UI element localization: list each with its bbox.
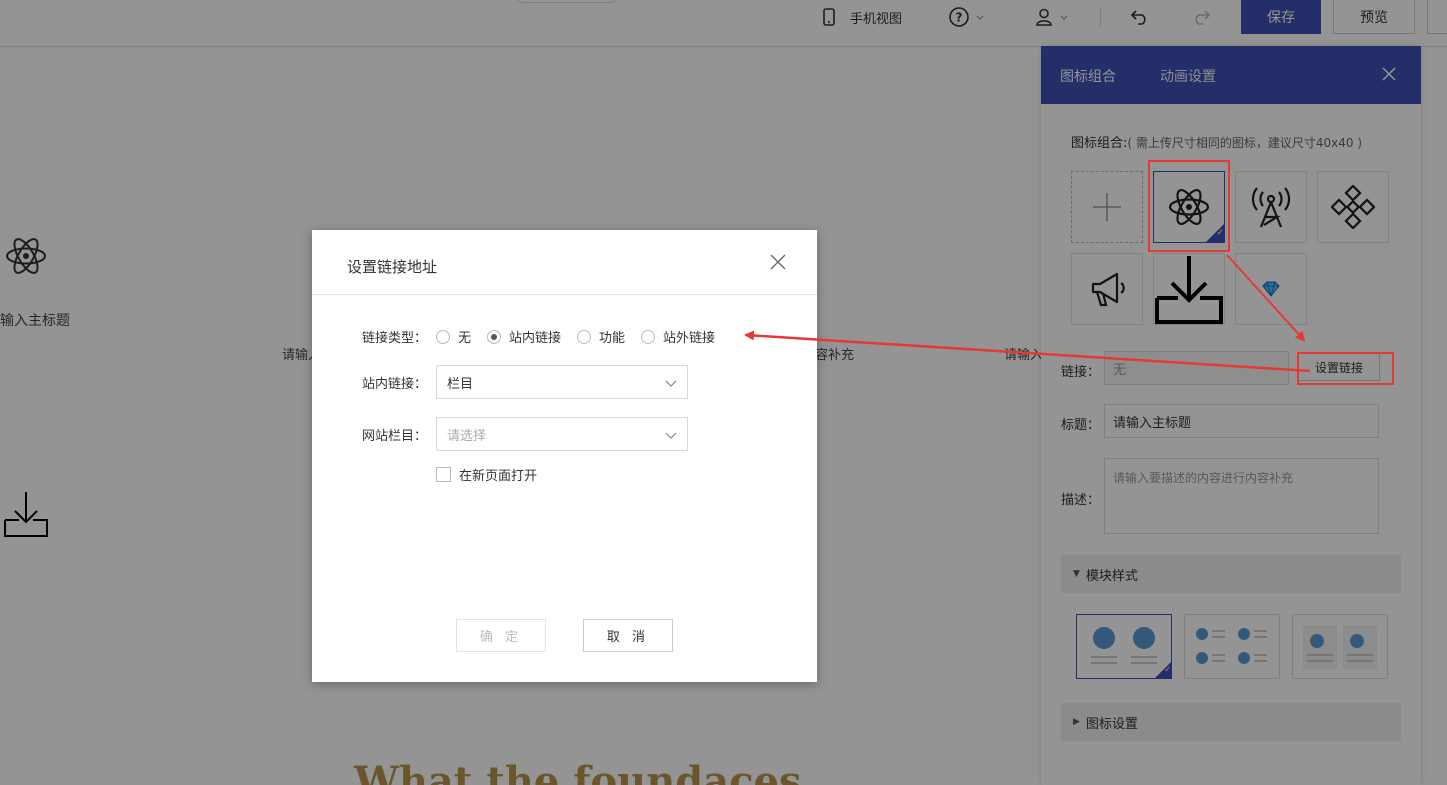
- radio-link-external[interactable]: 站外链接: [641, 327, 715, 346]
- set-link-dialog: 设置链接地址 链接类型： 无 站内链接 功能 站外链接 站内链接： 栏目 网站栏…: [312, 230, 817, 682]
- site-column-select[interactable]: 请选择: [436, 417, 688, 451]
- radio-link-none[interactable]: 无: [436, 327, 471, 346]
- close-icon[interactable]: [770, 254, 786, 270]
- annotation-highlight-icon: [1148, 160, 1230, 252]
- chevron-down-icon: [665, 432, 677, 439]
- dialog-header: 设置链接地址: [312, 230, 817, 295]
- open-new-page-checkbox[interactable]: 在新页面打开: [436, 465, 537, 484]
- link-type-radio-group: 无 站内链接 功能 站外链接: [436, 327, 731, 346]
- internal-link-label: 站内链接：: [362, 377, 428, 392]
- annotation-highlight-link: [1297, 352, 1394, 385]
- radio-link-function[interactable]: 功能: [577, 327, 625, 346]
- chevron-down-icon: [665, 380, 677, 387]
- cancel-button[interactable]: 取 消: [583, 619, 673, 652]
- dialog-title: 设置链接地址: [347, 258, 438, 276]
- site-column-label: 网站栏目：: [362, 429, 428, 444]
- radio-link-internal[interactable]: 站内链接: [487, 327, 561, 346]
- link-type-label: 链接类型：: [362, 331, 428, 346]
- confirm-button[interactable]: 确 定: [456, 619, 546, 652]
- internal-link-select[interactable]: 栏目: [436, 365, 688, 399]
